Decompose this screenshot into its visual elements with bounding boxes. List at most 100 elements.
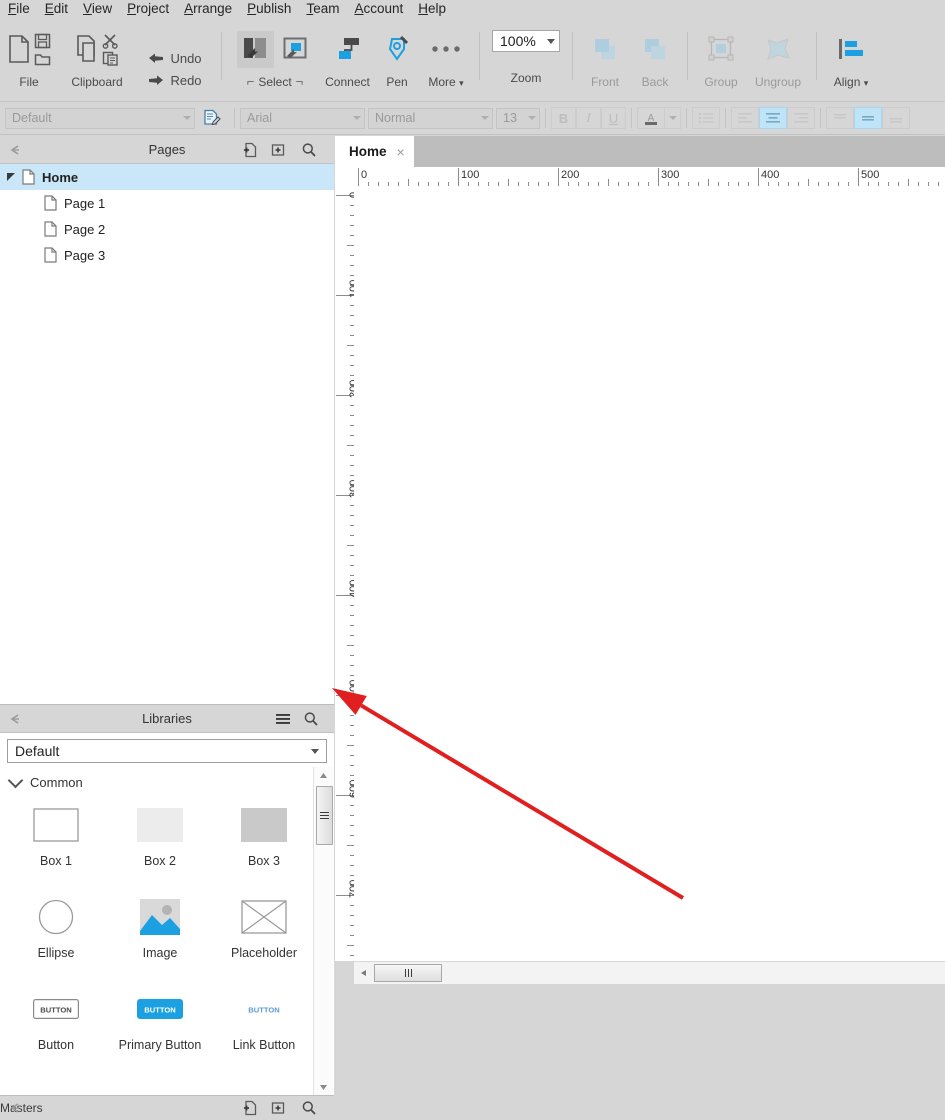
pages-tree[interactable]: HomePage 1Page 2Page 3: [0, 164, 334, 268]
menu-item-help[interactable]: Help: [418, 1, 457, 17]
library-scrollbar-thumb[interactable]: [316, 786, 333, 845]
page-tree-item-home[interactable]: Home: [0, 164, 334, 190]
save-icon[interactable]: [34, 33, 51, 49]
underline-button[interactable]: U: [601, 107, 626, 129]
page-tree-item-page-3[interactable]: Page 3: [0, 242, 334, 268]
library-widget-ellipse[interactable]: Ellipse: [4, 888, 108, 980]
cut-icon[interactable]: [102, 33, 119, 49]
vertical-ruler[interactable]: 0100200300400500600700: [335, 186, 355, 961]
primary-button-icon: BUTTON: [137, 980, 183, 1038]
align-right-button[interactable]: [787, 107, 815, 129]
align-center-button[interactable]: [759, 107, 787, 129]
add-folder-icon[interactable]: [270, 1100, 286, 1116]
pen-icon[interactable]: [384, 35, 410, 63]
library-widget-box-2[interactable]: Box 2: [108, 796, 212, 888]
expand-triangle-icon[interactable]: [6, 170, 16, 185]
toolbar-group-front[interactable]: Front: [580, 18, 630, 101]
valign-middle-button[interactable]: [854, 107, 882, 129]
library-widget-button[interactable]: BUTTONButton: [4, 980, 108, 1071]
library-widget-placeholder[interactable]: Placeholder: [212, 888, 316, 980]
add-folder-icon[interactable]: [270, 142, 286, 158]
paste-icon[interactable]: [102, 51, 119, 66]
send-back-icon[interactable]: [640, 35, 670, 63]
canvas-hscrollbar-thumb[interactable]: [374, 964, 442, 982]
zoom-select[interactable]: 100%: [492, 30, 560, 52]
toolbar-group-clipboard[interactable]: Clipboard: [58, 18, 136, 101]
library-scrollbar[interactable]: [313, 767, 333, 1095]
edit-style-icon[interactable]: [203, 109, 221, 127]
horizontal-ruler[interactable]: 0100200300400500: [335, 167, 945, 187]
library-widget-image[interactable]: Image: [108, 888, 212, 980]
valign-bottom-button[interactable]: [882, 107, 910, 129]
connect-icon[interactable]: [333, 34, 363, 64]
menu-item-arrange[interactable]: Arrange: [184, 1, 243, 17]
copy-icon[interactable]: [75, 34, 99, 64]
scroll-left-icon[interactable]: [360, 969, 368, 977]
toolbar-group-connect[interactable]: Connect: [321, 18, 374, 101]
bold-button[interactable]: B: [551, 107, 576, 129]
canvas-horizontal-scrollbar[interactable]: [354, 961, 945, 984]
select-mode-icon[interactable]: [237, 31, 274, 68]
toolbar-group-back[interactable]: Back: [630, 18, 680, 101]
toolbar-group-file[interactable]: File: [0, 18, 58, 101]
tab-home[interactable]: Home ×: [335, 136, 414, 167]
bring-front-icon[interactable]: [590, 35, 620, 63]
add-page-icon[interactable]: [242, 1100, 258, 1116]
page-tree-item-page-1[interactable]: Page 1: [0, 190, 334, 216]
svg-text:BUTTON: BUTTON: [248, 1006, 280, 1015]
ungroup-icon[interactable]: [763, 35, 793, 63]
bullet-list-button[interactable]: [692, 107, 720, 129]
valign-top-button[interactable]: [826, 107, 854, 129]
toolbar-group-align[interactable]: Align ▾: [824, 18, 878, 101]
menu-item-project[interactable]: Project: [127, 1, 180, 17]
collapse-panel-icon[interactable]: [8, 1101, 22, 1115]
select-contained-icon[interactable]: [277, 31, 314, 68]
library-widget-box-1[interactable]: Box 1: [4, 796, 108, 888]
undo-button[interactable]: Undo: [144, 48, 205, 70]
library-widget-box-3[interactable]: Box 3: [212, 796, 316, 888]
font-size-select[interactable]: 13: [496, 108, 540, 129]
menu-item-edit[interactable]: Edit: [45, 1, 79, 17]
menu-item-publish[interactable]: Publish: [247, 1, 302, 17]
menu-accel: F: [8, 1, 16, 16]
add-page-icon[interactable]: [242, 142, 258, 158]
italic-button[interactable]: I: [576, 107, 601, 129]
library-group-common[interactable]: Common: [0, 768, 334, 796]
ruler-tick: [347, 245, 354, 246]
toolbar-group-zoom[interactable]: 100% Zoom: [487, 18, 565, 101]
menu-item-account[interactable]: Account: [354, 1, 414, 17]
close-icon[interactable]: ×: [397, 144, 405, 160]
group-icon[interactable]: [706, 35, 736, 63]
page-tree-item-page-2[interactable]: Page 2: [0, 216, 334, 242]
library-widget-primary-button[interactable]: BUTTONPrimary Button: [108, 980, 212, 1071]
search-icon[interactable]: [301, 1100, 317, 1116]
search-icon[interactable]: [301, 142, 317, 158]
library-widget-link-button[interactable]: BUTTONLink Button: [212, 980, 316, 1071]
align-left-icon[interactable]: [836, 36, 866, 62]
toolbar-group-pen[interactable]: Pen: [374, 18, 420, 101]
style-select[interactable]: Default: [5, 108, 195, 129]
open-folder-icon[interactable]: [34, 52, 51, 66]
font-weight-select[interactable]: Normal: [368, 108, 493, 129]
more-dots-icon[interactable]: [430, 44, 462, 54]
menu-item-view[interactable]: View: [83, 1, 123, 17]
menu-icon[interactable]: [275, 712, 291, 726]
scroll-up-icon[interactable]: [314, 767, 333, 783]
toolbar-group-select[interactable]: ⌐ Select ¬: [229, 18, 321, 101]
library-select[interactable]: Default: [7, 739, 327, 763]
scroll-down-icon[interactable]: [314, 1079, 333, 1095]
toolbar-group-more[interactable]: More ▾: [420, 18, 472, 101]
redo-button[interactable]: Redo: [144, 70, 205, 92]
toolbar-group-ungroup[interactable]: Ungroup: [747, 18, 809, 101]
align-left-button[interactable]: [731, 107, 759, 129]
new-file-icon[interactable]: [7, 34, 31, 64]
font-family-select[interactable]: Arial: [240, 108, 365, 129]
font-color-dropdown[interactable]: [665, 107, 681, 129]
menu-item-team[interactable]: Team: [306, 1, 350, 17]
library-widget-label: Ellipse: [38, 946, 75, 960]
design-canvas[interactable]: [354, 186, 945, 961]
menu-item-file[interactable]: File: [8, 1, 41, 17]
font-color-button[interactable]: A: [637, 107, 665, 129]
toolbar-group-group[interactable]: Group: [695, 18, 747, 101]
search-icon[interactable]: [303, 711, 319, 727]
